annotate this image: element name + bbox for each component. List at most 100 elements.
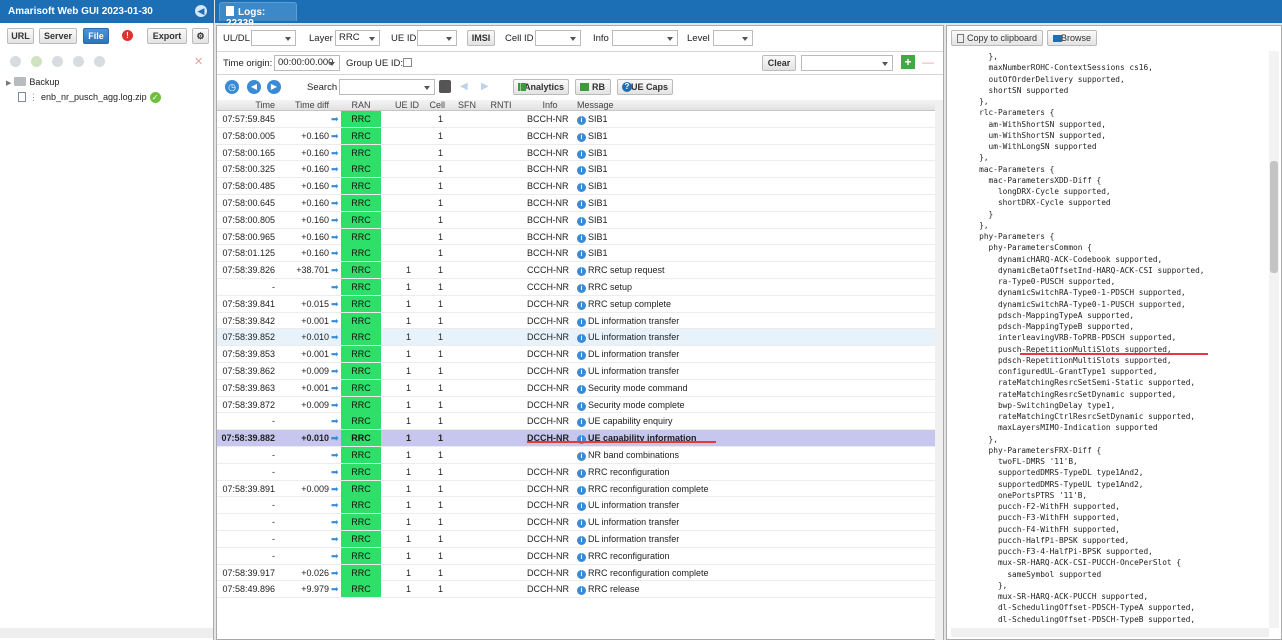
- settings-icon[interactable]: ⚙: [192, 28, 209, 44]
- info-icon[interactable]: i: [577, 485, 586, 495]
- table-row[interactable]: 07:58:39.826 +38.701 RRC 1 1 CCCH-NR ➡ i RRC set…: [217, 262, 935, 279]
- col-time-diff[interactable]: Time diff: [277, 100, 329, 111]
- table-row[interactable]: 07:58:39.872 +0.009 RRC 1 1 DCCH-NR ➡ i Security…: [217, 396, 935, 414]
- info-icon[interactable]: i: [577, 300, 586, 310]
- col-ue-id[interactable]: UE ID: [385, 100, 419, 111]
- table-vertical-scrollbar[interactable]: [935, 100, 943, 640]
- imsi-button[interactable]: IMSI: [467, 30, 495, 46]
- table-row[interactable]: 07:58:01.125 +0.160 RRC 1 BCCH-NR ➡ i SIB1: [217, 245, 935, 263]
- time-origin-input[interactable]: 00:00:00.000: [274, 55, 340, 71]
- server-button[interactable]: Server: [39, 28, 77, 44]
- info-icon[interactable]: i: [577, 519, 586, 529]
- info-icon[interactable]: i: [577, 216, 586, 226]
- table-row[interactable]: 07:58:49.896 +9.979 RRC 1 1 DCCH-NR ➡ i RRC rele…: [217, 581, 935, 599]
- info-icon[interactable]: i: [577, 200, 586, 209]
- table-row[interactable]: - RRC 1 1 CCCH-NR ➡ i RRC setup: [217, 279, 935, 296]
- error-icon[interactable]: !: [122, 30, 133, 41]
- table-row[interactable]: 07:58:00.645 +0.160 RRC 1 BCCH-NR ➡ i SIB1: [217, 195, 935, 212]
- uldl-select[interactable]: [251, 30, 296, 46]
- clear-button[interactable]: Clear: [762, 55, 796, 71]
- left-horizontal-scrollbar[interactable]: [0, 628, 213, 638]
- info-icon[interactable]: i: [577, 284, 586, 293]
- expand-arrow-icon[interactable]: ▶: [6, 80, 11, 87]
- info-icon[interactable]: i: [577, 233, 586, 243]
- info-icon[interactable]: i: [577, 132, 586, 142]
- table-row[interactable]: - RRC 1 1 DCCH-NR ➡ i RRC reconfiguration: [217, 463, 935, 481]
- info-icon[interactable]: i: [577, 502, 586, 512]
- info-icon[interactable]: i: [577, 468, 586, 478]
- info-icon[interactable]: i: [577, 317, 586, 327]
- table-row[interactable]: 07:58:00.325 +0.160 RRC 1 BCCH-NR ➡ i SIB1: [217, 161, 935, 179]
- table-row[interactable]: 07:58:39.852 +0.010 RRC 1 1 DCCH-NR ➡ i UL infor…: [217, 329, 935, 347]
- info-icon[interactable]: i: [577, 586, 586, 596]
- group-ue-checkbox[interactable]: [403, 58, 412, 67]
- col-ran[interactable]: RAN: [341, 100, 381, 111]
- table-row[interactable]: 07:58:00.805 +0.160 RRC 1 BCCH-NR ➡ i SIB1: [217, 211, 935, 229]
- url-button[interactable]: URL: [7, 28, 34, 44]
- info-select[interactable]: [612, 30, 678, 46]
- analytics-button[interactable]: Analytics: [513, 79, 569, 95]
- layer-select[interactable]: RRC: [335, 30, 380, 46]
- col-rnti[interactable]: RNTI: [487, 100, 515, 111]
- info-icon[interactable]: i: [577, 536, 586, 545]
- info-icon[interactable]: i: [577, 334, 586, 344]
- search-icon[interactable]: [10, 56, 21, 67]
- table-row[interactable]: - RRC 1 1 DCCH-NR ➡ i UL information transfer: [217, 497, 935, 515]
- table-row[interactable]: 07:57:59.845 RRC 1 BCCH-NR ➡ i SIB1: [217, 111, 935, 128]
- info-icon[interactable]: i: [577, 384, 586, 394]
- info-icon[interactable]: i: [577, 452, 586, 461]
- export-button[interactable]: Export: [147, 28, 187, 44]
- table-row[interactable]: 07:58:39.853 +0.001 RRC 1 1 DCCH-NR ➡ i DL infor…: [217, 346, 935, 363]
- table-row[interactable]: 07:58:39.891 +0.009 RRC 1 1 DCCH-NR ➡ i RRC reco…: [217, 480, 935, 498]
- info-icon[interactable]: i: [577, 552, 586, 562]
- search-next-icon[interactable]: ▶: [481, 81, 489, 92]
- col-time[interactable]: Time: [217, 100, 275, 111]
- table-row[interactable]: - RRC 1 1 DCCH-NR ➡ i DL information transfer: [217, 531, 935, 548]
- scroll-thumb[interactable]: [1270, 161, 1278, 273]
- table-row[interactable]: 07:58:00.965 +0.160 RRC 1 BCCH-NR ➡ i SIB1: [217, 228, 935, 246]
- collapse-panel-icon[interactable]: ◀: [195, 5, 207, 17]
- copy-icon[interactable]: [52, 56, 63, 67]
- col-message[interactable]: Message: [577, 100, 614, 111]
- rb-button[interactable]: RB: [575, 79, 611, 95]
- next-arrow-icon[interactable]: ▶: [267, 80, 281, 94]
- delete-icon[interactable]: ✕: [194, 55, 203, 68]
- info-icon[interactable]: i: [577, 569, 586, 579]
- tree-file[interactable]: ⋮ enb_nr_pusch_agg.log.zip ✓: [18, 91, 161, 103]
- detail-horizontal-scrollbar[interactable]: [951, 628, 1269, 637]
- table-row[interactable]: 07:58:39.841 +0.015 RRC 1 1 DCCH-NR ➡ i RRC setu…: [217, 295, 935, 313]
- info-icon[interactable]: i: [577, 183, 586, 193]
- tab-logs[interactable]: Logs: 22339: [219, 2, 297, 29]
- info-icon[interactable]: i: [577, 351, 586, 361]
- file-button[interactable]: File: [83, 28, 109, 44]
- info-icon[interactable]: i: [577, 166, 586, 176]
- table-row[interactable]: - RRC 1 1 DCCH-NR ➡ i UE capability enquiry: [217, 413, 935, 431]
- add-icon[interactable]: +: [901, 55, 915, 69]
- table-row[interactable]: - RRC 1 1 DCCH-NR ➡ i UL information transfer: [217, 514, 935, 531]
- search-prev-icon[interactable]: ◀: [460, 81, 468, 92]
- info-icon[interactable]: i: [577, 401, 586, 411]
- table-row[interactable]: 07:58:39.882 +0.010 RRC 1 1 DCCH-NR ➡ i UE capab…: [217, 430, 935, 447]
- table-row[interactable]: 07:58:39.842 +0.001 RRC 1 1 DCCH-NR ➡ i DL infor…: [217, 312, 935, 330]
- table-row[interactable]: - RRC 1 1 ➡ i NR band combinations: [217, 447, 935, 464]
- prev-arrow-icon[interactable]: ◀: [247, 80, 261, 94]
- info-icon[interactable]: i: [577, 116, 586, 125]
- tree-folder-backup[interactable]: ▶ Backup: [6, 76, 59, 90]
- table-row[interactable]: 07:58:00.165 +0.160 RRC 1 BCCH-NR ➡ i SIB1: [217, 144, 935, 162]
- table-row[interactable]: 07:58:00.005 +0.160 RRC 1 BCCH-NR ➡ i SIB1: [217, 127, 935, 145]
- col-cell[interactable]: Cell: [423, 100, 445, 111]
- info-icon[interactable]: i: [577, 368, 586, 377]
- table-row[interactable]: 07:58:39.863 +0.001 RRC 1 1 DCCH-NR ➡ i Security…: [217, 379, 935, 397]
- level-select[interactable]: [713, 30, 753, 46]
- table-row[interactable]: 07:58:00.485 +0.160 RRC 1 BCCH-NR ➡ i SIB1: [217, 178, 935, 195]
- remove-icon[interactable]: —: [921, 55, 935, 69]
- info-icon[interactable]: i: [577, 267, 586, 277]
- table-row[interactable]: 07:58:39.917 +0.026 RRC 1 1 DCCH-NR ➡ i RRC reco…: [217, 564, 935, 582]
- check-icon[interactable]: [31, 56, 42, 67]
- clock-icon[interactable]: ◷: [225, 80, 239, 94]
- browse-button[interactable]: Browse: [1047, 30, 1097, 46]
- table-row[interactable]: - RRC 1 1 DCCH-NR ➡ i RRC reconfiguration: [217, 547, 935, 565]
- refresh-icon[interactable]: [73, 56, 84, 67]
- cellid-select[interactable]: [535, 30, 581, 46]
- ueid-select[interactable]: [417, 30, 457, 46]
